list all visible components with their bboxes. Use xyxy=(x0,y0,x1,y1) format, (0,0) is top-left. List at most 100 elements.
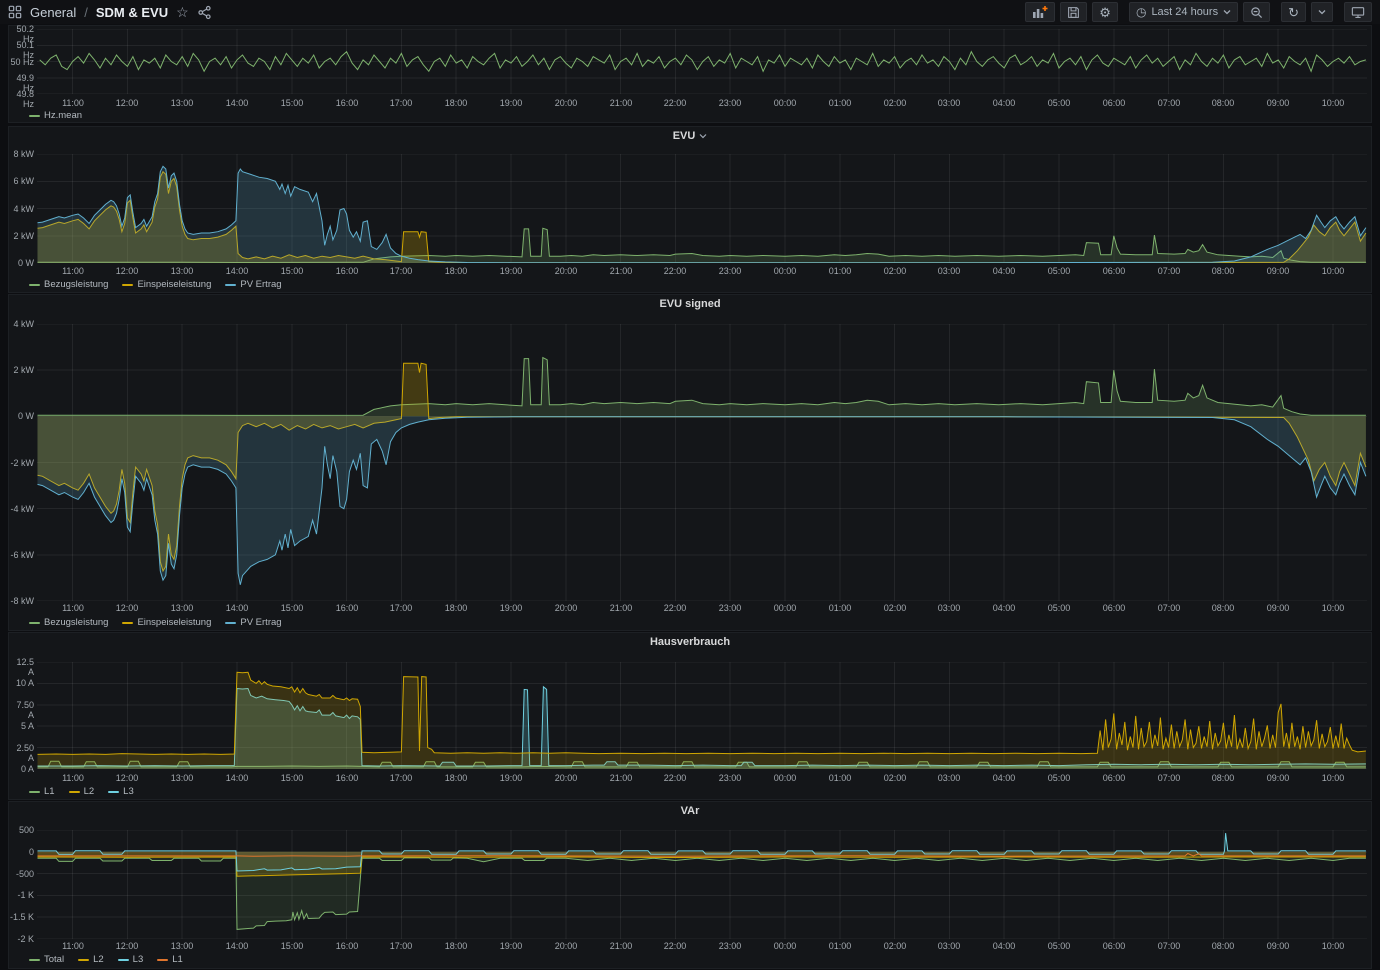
chart-evu[interactable] xyxy=(37,154,1367,263)
chart-var[interactable] xyxy=(37,830,1367,939)
x-tick-label: 13:00 xyxy=(166,941,198,951)
star-icon[interactable]: ☆ xyxy=(176,5,189,19)
add-panel-button[interactable] xyxy=(1025,2,1055,22)
x-tick-label: 15:00 xyxy=(276,603,308,613)
x-tick-label: 21:00 xyxy=(605,603,637,613)
x-tick-label: 19:00 xyxy=(495,773,527,783)
x-tick-label: 18:00 xyxy=(440,98,472,108)
x-tick-label: 01:00 xyxy=(824,773,856,783)
y-tick-label: -2 K xyxy=(9,934,34,944)
legend-item-l2[interactable]: L2 xyxy=(69,786,95,797)
x-tick-label: 14:00 xyxy=(221,98,253,108)
legend-item-einspeiseleistung[interactable]: Einspeiseleistung xyxy=(122,279,211,290)
x-tick-label: 15:00 xyxy=(276,941,308,951)
y-tick-label: -500 xyxy=(9,869,34,879)
breadcrumb-folder[interactable]: General xyxy=(30,5,76,20)
clock-icon: ◷ xyxy=(1136,6,1146,18)
legend-item-l2[interactable]: L2 xyxy=(78,954,104,965)
x-tick-label: 02:00 xyxy=(879,603,911,613)
refresh-interval-dropdown[interactable] xyxy=(1311,2,1333,22)
x-tick-label: 13:00 xyxy=(166,603,198,613)
x-tick-label: 00:00 xyxy=(769,266,801,276)
x-tick-label: 22:00 xyxy=(659,773,691,783)
panel-title-hausverbrauch[interactable]: Hausverbrauch xyxy=(9,636,1371,648)
chart-hausverbrauch[interactable] xyxy=(37,662,1367,769)
x-tick-label: 15:00 xyxy=(276,266,308,276)
legend-item-l1[interactable]: L1 xyxy=(157,954,183,965)
x-tick-label: 22:00 xyxy=(659,266,691,276)
panel-evu-signed: EVU signed4 kW2 kW0 W-2 kW-4 kW-6 kW-8 k… xyxy=(8,294,1372,631)
legend-item-pv-ertrag[interactable]: PV Ertrag xyxy=(225,617,281,628)
legend-item-hz-mean[interactable]: Hz.mean xyxy=(29,110,82,121)
x-tick-label: 16:00 xyxy=(331,603,363,613)
y-tick-label: 49.8 Hz xyxy=(9,89,34,109)
y-tick-label: 0 A xyxy=(9,764,34,774)
legend-color-key xyxy=(29,622,40,624)
legend-color-key xyxy=(225,622,236,624)
panel-hz: 50.2 Hz50.1 Hz50 Hz49.9 Hz49.8 Hz11:0012… xyxy=(8,25,1372,123)
x-tick-label: 18:00 xyxy=(440,773,472,783)
legend-item-l3[interactable]: L3 xyxy=(108,786,134,797)
y-tick-label: 0 xyxy=(9,847,34,857)
x-tick-label: 03:00 xyxy=(933,941,965,951)
legend-item-l3[interactable]: L3 xyxy=(118,954,144,965)
x-tick-label: 07:00 xyxy=(1153,98,1185,108)
chart-hz[interactable] xyxy=(37,29,1367,94)
cycle-view-button[interactable] xyxy=(1344,2,1372,22)
x-tick-label: 23:00 xyxy=(714,603,746,613)
chart-evu-signed[interactable] xyxy=(37,324,1367,601)
x-tick-label: 13:00 xyxy=(166,266,198,276)
time-range-picker[interactable]: ◷ Last 24 hours xyxy=(1129,2,1238,22)
y-tick-label: 0 W xyxy=(9,258,34,268)
legend-color-key xyxy=(122,622,133,624)
legend-color-key xyxy=(118,959,129,961)
x-tick-label: 12:00 xyxy=(111,603,143,613)
x-tick-label: 17:00 xyxy=(385,266,417,276)
legend-item-bezugsleistung[interactable]: Bezugsleistung xyxy=(29,279,108,290)
x-tick-label: 12:00 xyxy=(111,266,143,276)
x-tick-label: 04:00 xyxy=(988,773,1020,783)
panel-title-evu-signed[interactable]: EVU signed xyxy=(9,298,1371,310)
x-tick-label: 08:00 xyxy=(1207,603,1239,613)
panel-title-evu[interactable]: EVU xyxy=(9,130,1371,142)
x-tick-label: 08:00 xyxy=(1207,941,1239,951)
x-tick-label: 07:00 xyxy=(1153,773,1185,783)
legend-item-bezugsleistung[interactable]: Bezugsleistung xyxy=(29,617,108,628)
x-tick-label: 22:00 xyxy=(659,941,691,951)
x-tick-label: 03:00 xyxy=(933,98,965,108)
dashboard-settings-button[interactable]: ⚙ xyxy=(1092,2,1118,22)
zoom-out-button[interactable] xyxy=(1243,2,1270,22)
panel-title-var[interactable]: VAr xyxy=(9,805,1371,817)
x-tick-label: 08:00 xyxy=(1207,773,1239,783)
x-tick-label: 09:00 xyxy=(1262,941,1294,951)
x-tick-label: 01:00 xyxy=(824,941,856,951)
save-dashboard-button[interactable] xyxy=(1060,2,1087,22)
refresh-button[interactable]: ↻ xyxy=(1281,2,1306,22)
x-tick-label: 09:00 xyxy=(1262,603,1294,613)
x-tick-label: 13:00 xyxy=(166,98,198,108)
x-tick-label: 05:00 xyxy=(1043,603,1075,613)
x-tick-label: 18:00 xyxy=(440,266,472,276)
x-tick-label: 19:00 xyxy=(495,98,527,108)
legend-color-key xyxy=(122,284,133,286)
legend-color-key xyxy=(69,791,80,793)
x-tick-label: 22:00 xyxy=(659,98,691,108)
x-tick-label: 01:00 xyxy=(824,266,856,276)
legend-item-einspeiseleistung[interactable]: Einspeiseleistung xyxy=(122,617,211,628)
dashboards-grid-icon xyxy=(8,5,22,19)
x-tick-label: 08:00 xyxy=(1207,266,1239,276)
x-tick-label: 03:00 xyxy=(933,603,965,613)
legend-item-total[interactable]: Total xyxy=(29,954,64,965)
legend-color-key xyxy=(108,791,119,793)
x-tick-label: 05:00 xyxy=(1043,266,1075,276)
x-tick-label: 11:00 xyxy=(57,941,89,951)
x-tick-label: 17:00 xyxy=(385,773,417,783)
dashboard-title[interactable]: SDM & EVU xyxy=(96,5,168,20)
top-navigation-bar: General / SDM & EVU ☆ ⚙ xyxy=(0,0,1380,24)
x-tick-label: 13:00 xyxy=(166,773,198,783)
share-icon[interactable] xyxy=(197,5,212,20)
y-tick-label: 2.50 A xyxy=(9,743,34,763)
legend-item-pv-ertrag[interactable]: PV Ertrag xyxy=(225,279,281,290)
legend-color-key xyxy=(29,284,40,286)
legend-item-l1[interactable]: L1 xyxy=(29,786,55,797)
